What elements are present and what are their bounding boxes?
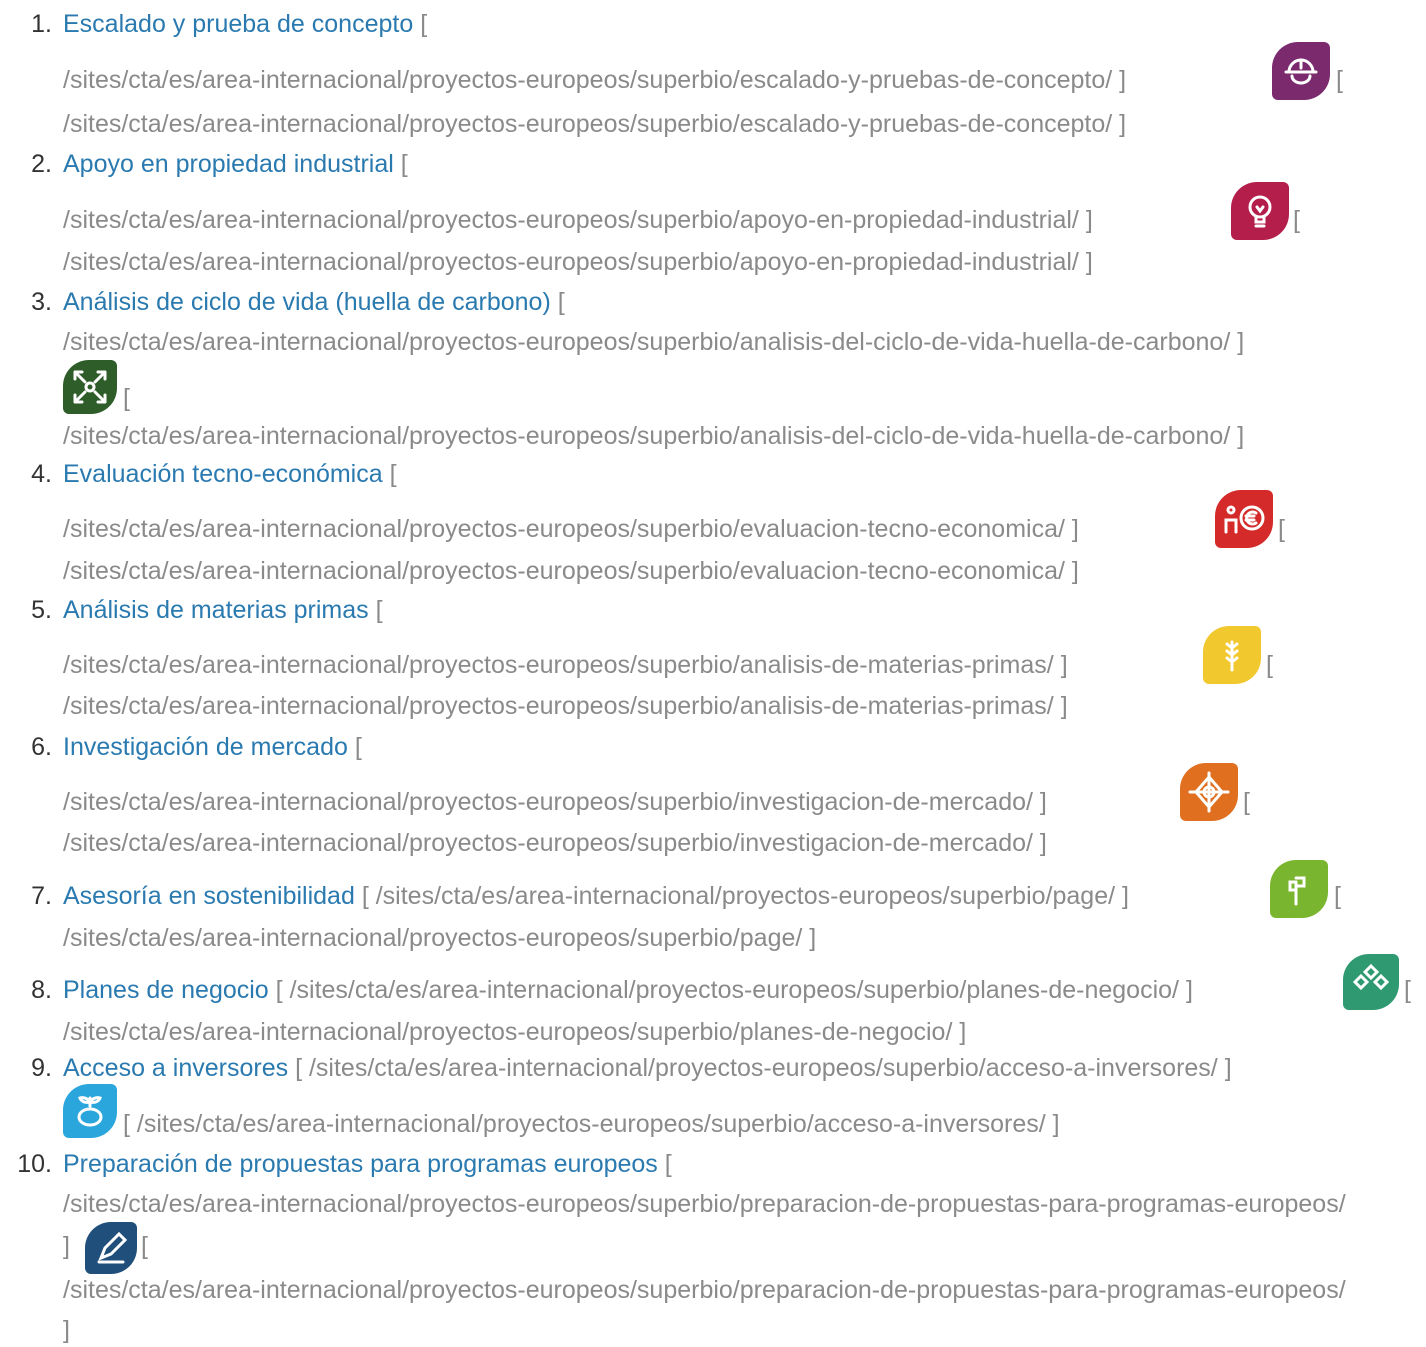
item-number: 2. bbox=[31, 150, 52, 178]
item-number: 6. bbox=[31, 733, 52, 761]
service-url: /sites/cta/es/area-internacional/proyect… bbox=[308, 1054, 1218, 1082]
service-url: /sites/cta/es/area-internacional/proyect… bbox=[136, 1110, 1046, 1138]
bracket-close: ] bbox=[1119, 110, 1127, 138]
bracket-close: ] bbox=[1039, 829, 1047, 857]
bracket-close: ] bbox=[1039, 788, 1047, 816]
lightbulb-icon[interactable] bbox=[1231, 182, 1289, 240]
bracket-open: [ bbox=[400, 150, 408, 178]
pencil-icon[interactable] bbox=[85, 1222, 137, 1274]
bracket-open: [ bbox=[275, 976, 283, 1004]
target-icon[interactable] bbox=[1180, 763, 1238, 821]
service-link-investigacion-mercado[interactable]: Investigación de mercado bbox=[63, 733, 348, 761]
bracket-close: ] bbox=[1237, 328, 1245, 356]
item-number: 8. bbox=[31, 976, 52, 1004]
bracket-close: ] bbox=[1122, 882, 1129, 910]
bracket-open: [ bbox=[664, 1150, 672, 1178]
bracket-open: [ bbox=[123, 384, 130, 412]
bracket-open: [ bbox=[361, 882, 369, 910]
service-url: /sites/cta/es/area-internacional/proyect… bbox=[63, 110, 1113, 138]
bracket-close: ] bbox=[1237, 422, 1245, 450]
recycle-arrows-icon[interactable] bbox=[63, 360, 117, 414]
bracket-close: ] bbox=[1052, 1110, 1060, 1138]
item-number: 3. bbox=[31, 288, 52, 316]
item-number: 5. bbox=[31, 596, 52, 624]
service-link-materias-primas[interactable]: Análisis de materias primas bbox=[63, 596, 369, 624]
item-number: 9. bbox=[31, 1054, 52, 1082]
service-url: /sites/cta/es/area-internacional/proyect… bbox=[63, 328, 1231, 356]
bracket-open: [ bbox=[1404, 976, 1411, 1004]
service-url: /sites/cta/es/area-internacional/proyect… bbox=[63, 1190, 1346, 1218]
bracket-open: [ bbox=[1293, 206, 1300, 234]
service-link-sostenibilidad[interactable]: Asesoría en sostenibilidad bbox=[63, 882, 355, 910]
bracket-open: [ bbox=[1334, 882, 1341, 910]
bracket-close: ] bbox=[63, 1316, 70, 1344]
service-url: /sites/cta/es/area-internacional/proyect… bbox=[63, 1018, 953, 1046]
service-link-escalado[interactable]: Escalado y prueba de concepto bbox=[63, 10, 413, 38]
network-icon[interactable] bbox=[1343, 954, 1399, 1010]
item-number: 1. bbox=[31, 10, 52, 38]
service-link-tecno-economica[interactable]: Evaluación tecno-económica bbox=[63, 460, 383, 488]
wheat-icon[interactable] bbox=[1203, 626, 1261, 684]
bracket-open: [ bbox=[375, 596, 383, 624]
bracket-close: ] bbox=[1224, 1054, 1232, 1082]
service-url: /sites/cta/es/area-internacional/proyect… bbox=[63, 557, 1065, 585]
service-url: /sites/cta/es/area-internacional/proyect… bbox=[63, 206, 1079, 234]
item-number: 7. bbox=[31, 882, 52, 910]
service-url: /sites/cta/es/area-internacional/proyect… bbox=[63, 66, 1113, 94]
item-number: 10. bbox=[17, 1150, 52, 1178]
bracket-open: [ bbox=[389, 460, 397, 488]
service-link-propiedad-industrial[interactable]: Apoyo en propiedad industrial bbox=[63, 150, 394, 178]
bracket-close: ] bbox=[1119, 66, 1127, 94]
bracket-open: [ bbox=[141, 1232, 148, 1260]
bracket-close: ] bbox=[63, 1232, 70, 1260]
service-url: /sites/cta/es/area-internacional/proyect… bbox=[63, 515, 1065, 543]
bracket-close: ] bbox=[1060, 692, 1068, 720]
item-number: 4. bbox=[31, 460, 52, 488]
bracket-open: [ bbox=[354, 733, 362, 761]
euro-gear-icon[interactable] bbox=[1215, 490, 1273, 548]
bracket-open: [ bbox=[1266, 651, 1273, 679]
bracket-open: [ bbox=[1243, 788, 1250, 816]
bracket-close: ] bbox=[959, 1018, 967, 1046]
service-url: /sites/cta/es/area-internacional/proyect… bbox=[375, 882, 1116, 910]
bracket-open: [ bbox=[295, 1054, 303, 1082]
service-url: /sites/cta/es/area-internacional/proyect… bbox=[63, 422, 1231, 450]
bracket-open: [ bbox=[123, 1110, 130, 1138]
bracket-open: [ bbox=[420, 10, 428, 38]
service-url: /sites/cta/es/area-internacional/proyect… bbox=[63, 692, 1054, 720]
service-url: /sites/cta/es/area-internacional/proyect… bbox=[63, 788, 1033, 816]
bracket-open: [ bbox=[1278, 515, 1285, 543]
piggy-plant-icon[interactable] bbox=[63, 1084, 117, 1138]
helmet-icon[interactable] bbox=[1272, 42, 1330, 100]
service-url: /sites/cta/es/area-internacional/proyect… bbox=[289, 976, 1179, 1004]
service-url: /sites/cta/es/area-internacional/proyect… bbox=[63, 924, 803, 952]
service-link-propuestas-europeos[interactable]: Preparación de propuestas para programas… bbox=[63, 1150, 658, 1178]
service-url: /sites/cta/es/area-internacional/proyect… bbox=[63, 829, 1033, 857]
service-link-planes-negocio[interactable]: Planes de negocio bbox=[63, 976, 269, 1004]
service-link-acceso-inversores[interactable]: Acceso a inversores bbox=[63, 1054, 288, 1082]
bracket-close: ] bbox=[1071, 515, 1079, 543]
bracket-close: ] bbox=[1185, 976, 1193, 1004]
service-link-ciclo-de-vida[interactable]: Análisis de ciclo de vida (huella de car… bbox=[63, 288, 551, 316]
service-url: /sites/cta/es/area-internacional/proyect… bbox=[63, 248, 1079, 276]
bracket-open: [ bbox=[1336, 66, 1343, 94]
service-url: /sites/cta/es/area-internacional/proyect… bbox=[63, 1276, 1346, 1304]
bracket-close: ] bbox=[1085, 206, 1093, 234]
bracket-close: ] bbox=[809, 924, 817, 952]
bracket-close: ] bbox=[1085, 248, 1093, 276]
bracket-close: ] bbox=[1060, 651, 1068, 679]
bracket-open: [ bbox=[557, 288, 565, 316]
sprout-icon[interactable] bbox=[1270, 860, 1328, 918]
bracket-close: ] bbox=[1071, 557, 1079, 585]
service-url: /sites/cta/es/area-internacional/proyect… bbox=[63, 651, 1054, 679]
